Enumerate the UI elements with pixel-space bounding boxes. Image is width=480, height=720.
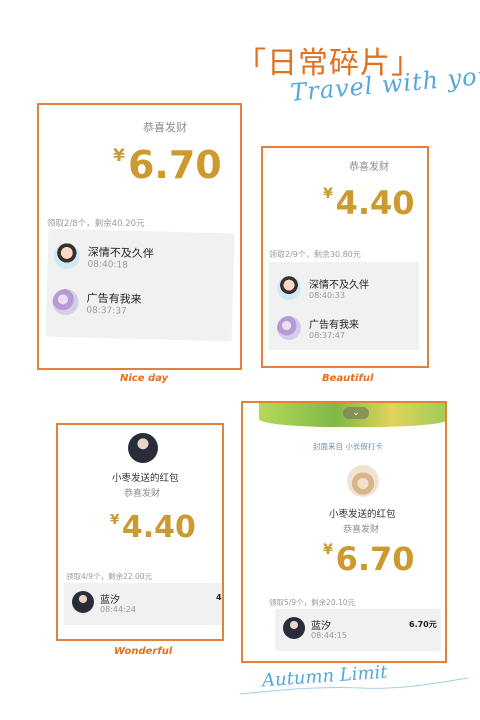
list-item[interactable]: 深情不及久伴 08:40:18 <box>47 237 234 282</box>
amount-value: ¥4.40 <box>323 184 415 222</box>
sender-text: 小枣发送的红包 <box>112 473 179 484</box>
card-caption: Beautiful <box>322 373 374 384</box>
avatar <box>283 617 305 639</box>
avatar <box>72 591 94 613</box>
greeting-text: 恭喜发财 <box>143 121 187 134</box>
avatar <box>53 242 81 270</box>
greeting-text: 恭喜发财 <box>349 162 389 173</box>
amount-value: ¥4.40 <box>110 510 196 545</box>
claim-list: 蓝汐 08:44:24 4 <box>64 583 222 625</box>
card-caption: Wonderful <box>114 646 173 657</box>
claim-time: 08:37:37 <box>86 305 127 317</box>
amount-number: 6.70 <box>335 540 415 578</box>
claim-amount: 4 <box>216 593 222 602</box>
claimer-name: 广告有我来 <box>309 320 359 331</box>
sender-text: 小枣发送的红包 <box>329 509 396 520</box>
claim-list: 蓝汐 08:44:15 6.70元 <box>275 609 441 651</box>
currency-symbol: ¥ <box>323 542 334 559</box>
red-packet-card-4: ⌄ 封面来自 小长假打卡 小枣发送的红包 恭喜发财 ¥6.70 领取5/9个，剩… <box>241 401 447 663</box>
amount-number: 4.40 <box>335 184 415 222</box>
list-item[interactable]: 广告有我来 08:37:37 <box>46 283 233 328</box>
amount-number: 4.40 <box>121 510 196 545</box>
card-caption: Nice day <box>120 373 169 384</box>
greeting-text: 恭喜发财 <box>343 525 380 535</box>
claim-time: 08:40:33 <box>309 291 345 300</box>
amount-value: ¥6.70 <box>323 540 415 578</box>
claim-amount: 6.70元 <box>409 620 437 629</box>
currency-symbol: ¥ <box>323 186 334 203</box>
claim-list: 深情不及久伴 08:40:18 广告有我来 08:37:37 <box>45 228 235 342</box>
claim-time: 08:44:24 <box>100 605 136 614</box>
claim-time: 08:44:15 <box>311 631 347 640</box>
claim-list: 深情不及久伴 08:40:33 广告有我来 08:37:47 <box>269 262 419 350</box>
greeting-text: 恭喜发财 <box>124 489 161 499</box>
avatar <box>128 433 158 463</box>
list-item[interactable]: 深情不及久伴 08:40:33 <box>269 270 419 310</box>
avatar <box>347 465 379 497</box>
summary-text: 领取5/9个，剩余20.10元 <box>269 598 356 607</box>
summary-text: 领取2/9个，剩余30.80元 <box>269 250 361 259</box>
amount-value: ¥6.70 <box>113 143 222 187</box>
claimer-name: 广告有我来 <box>86 291 142 307</box>
summary-text: 领取4/9个，剩余22.00元 <box>66 572 153 581</box>
red-packet-card-2: 恭喜发财 ¥4.40 领取2/9个，剩余30.80元 深情不及久伴 08:40:… <box>261 146 429 368</box>
red-packet-card-1: 恭喜发财 ¥6.70 领取2/8个，剩余40.20元 深情不及久伴 08:40:… <box>37 103 242 370</box>
summary-text: 领取2/8个，剩余40.20元 <box>47 219 145 229</box>
claimer-name: 深情不及久伴 <box>309 280 369 291</box>
amount-number: 6.70 <box>127 143 222 187</box>
collapse-chevron-icon[interactable]: ⌄ <box>343 407 369 419</box>
avatar <box>277 276 301 300</box>
cover-source-text: 封面来自 小长假打卡 <box>313 442 383 451</box>
currency-symbol: ¥ <box>110 512 120 529</box>
claimer-name: 深情不及久伴 <box>87 245 154 261</box>
list-item[interactable]: 蓝汐 08:44:15 6.70元 <box>275 611 441 651</box>
signature-swoosh <box>240 677 469 695</box>
claim-time: 08:40:18 <box>87 259 129 271</box>
avatar <box>52 288 79 316</box>
currency-symbol: ¥ <box>113 145 125 166</box>
red-packet-card-3: 小枣发送的红包 恭喜发财 ¥4.40 领取4/9个，剩余22.00元 蓝汐 08… <box>56 423 224 641</box>
avatar <box>277 316 301 340</box>
list-item[interactable]: 蓝汐 08:44:24 4 <box>64 585 222 625</box>
list-item[interactable]: 广告有我来 08:37:47 <box>269 310 419 350</box>
claimer-name: 蓝汐 <box>100 595 120 606</box>
claimer-name: 蓝汐 <box>311 621 331 632</box>
claim-time: 08:37:47 <box>309 331 345 340</box>
